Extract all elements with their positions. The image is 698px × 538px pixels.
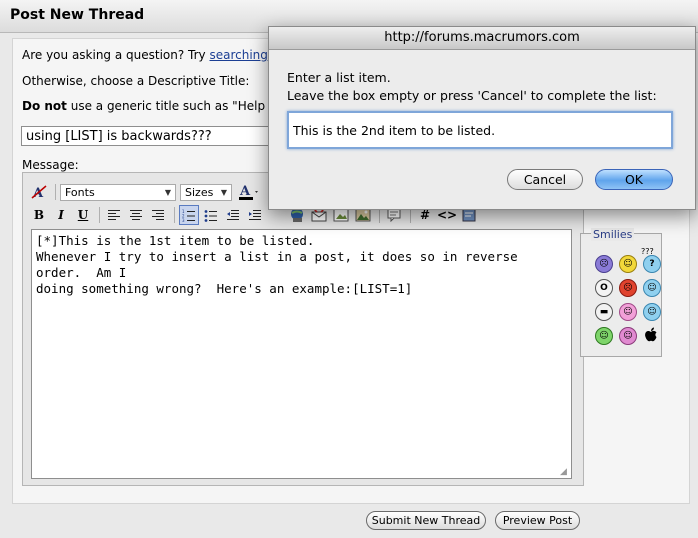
smilies-box: Smilies ??? ☹ ☺ ? O ☹ ☺ ▬ ☺ ☺ ☺ ☺ (580, 228, 662, 357)
svg-text:3: 3 (182, 218, 185, 222)
chevron-down-icon: ▼ (220, 187, 227, 197)
toolbar-row-1: A Fonts ▼ Sizes ▼ A (29, 181, 262, 203)
preview-post-button[interactable]: Preview Post (495, 511, 580, 530)
dialog-message-line-1: Enter a list item. (287, 70, 391, 85)
outdent-icon[interactable] (223, 205, 243, 225)
tongue-smiley-icon[interactable]: ☺ (619, 303, 637, 321)
dialog-message-line-2: Leave the box empty or press 'Cancel' to… (287, 88, 657, 103)
remove-format-icon[interactable]: A (29, 182, 49, 202)
submit-thread-button[interactable]: Submit New Thread (366, 511, 486, 530)
rolleyes-smiley-icon[interactable]: ☺ (643, 279, 661, 297)
wink-smiley-icon[interactable]: ☺ (643, 303, 661, 321)
resize-grip-icon[interactable]: ◢ (560, 467, 570, 477)
bold-button[interactable]: B (29, 205, 49, 225)
align-left-icon[interactable] (104, 205, 124, 225)
frown-smiley-icon[interactable]: ☹ (595, 255, 613, 273)
confused-smiley-icon[interactable]: ? (643, 255, 661, 273)
font-color-icon[interactable]: A (236, 182, 260, 202)
prompt-dialog: http://forums.macrumors.com Enter a list… (268, 26, 696, 210)
searching-link[interactable]: searching (209, 48, 267, 62)
biggrin-smiley-icon[interactable]: ☺ (595, 327, 613, 345)
unordered-list-icon[interactable] (201, 205, 221, 225)
apple-icon[interactable] (643, 327, 659, 343)
toolbar-divider (174, 207, 175, 223)
cool-smiley-icon[interactable]: ▬ (595, 303, 613, 321)
fonts-select-label: Fonts (65, 185, 95, 199)
mad-smiley-icon[interactable]: ☹ (619, 279, 637, 297)
generic-title-warning: Do not use a generic title such as "Help… (22, 99, 287, 113)
chevron-down-icon: ▼ (164, 187, 171, 197)
smilies-legend: Smilies (591, 228, 635, 241)
smile-smiley-icon[interactable]: ☺ (619, 255, 637, 273)
message-label: Message: (22, 158, 79, 172)
ordered-list-icon[interactable]: 123 (179, 205, 199, 225)
align-center-icon[interactable] (126, 205, 146, 225)
dialog-title: http://forums.macrumors.com (269, 27, 695, 50)
warning-text: use a generic title such as "Help ple (66, 99, 288, 113)
svg-text:A: A (239, 184, 251, 199)
underline-button[interactable]: U (73, 205, 93, 225)
warning-bold: Do not (22, 99, 67, 113)
page-title: Post New Thread (10, 7, 145, 23)
italic-button[interactable]: I (51, 205, 71, 225)
ok-button[interactable]: OK (595, 169, 673, 190)
align-right-icon[interactable] (148, 205, 168, 225)
grin-smiley-icon[interactable]: ☺ (619, 327, 637, 345)
search-hint-text: Are you asking a question? Try (22, 48, 210, 62)
sizes-select[interactable]: Sizes ▼ (180, 183, 232, 201)
toolbar-divider (99, 207, 100, 223)
toolbar-divider (55, 184, 56, 200)
message-textarea[interactable]: [*]This is the 1st item to be listed. Wh… (31, 229, 572, 479)
eek-smiley-icon[interactable]: O (595, 279, 613, 297)
list-item-input[interactable] (287, 111, 673, 149)
sizes-select-label: Sizes (185, 185, 214, 199)
title-instruction: Otherwise, choose a Descriptive Title: (22, 74, 250, 88)
indent-icon[interactable] (245, 205, 265, 225)
fonts-select[interactable]: Fonts ▼ (60, 183, 176, 201)
cancel-button[interactable]: Cancel (507, 169, 583, 190)
search-hint: Are you asking a question? Try searching… (22, 48, 276, 62)
